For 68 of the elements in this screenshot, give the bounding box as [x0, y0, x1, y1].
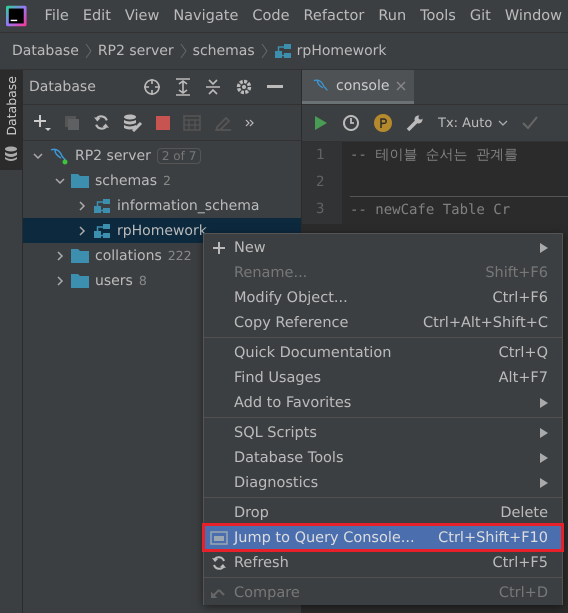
menu-item[interactable]: Copy Reference Ctrl+Alt+Shift+C — [204, 310, 562, 335]
dolphin-icon — [49, 146, 69, 164]
menu-item[interactable]: Jump to Query Console... Ctrl+Shift+F10 — [204, 525, 562, 550]
panel-title: Database — [29, 79, 97, 95]
item-count: 222 — [168, 248, 192, 263]
app-logo — [6, 5, 27, 27]
connection-badge: 2 of 7 — [156, 148, 202, 164]
folder-icon — [71, 273, 89, 288]
p-circle-icon[interactable] — [374, 114, 392, 132]
menu-item[interactable]: Navigate — [167, 8, 244, 24]
more-icon[interactable] — [245, 118, 255, 128]
code-line: -- 테이블 순서는 관계를 — [350, 147, 518, 163]
menu-item[interactable]: File — [38, 8, 75, 24]
editor-tab[interactable]: console — [302, 70, 414, 104]
menu-item[interactable]: Run — [372, 8, 412, 24]
menu-item[interactable]: Quick Documentation Ctrl+Q — [204, 340, 562, 365]
breadcrumb-item[interactable]: schemas — [192, 43, 255, 59]
menu-item[interactable]: Diagnostics — [204, 470, 562, 495]
stop-icon[interactable] — [156, 116, 170, 130]
menu-item[interactable]: Window — [498, 8, 568, 24]
breadcrumb-separator-icon — [260, 43, 268, 59]
breadcrumb-item[interactable]: rpHomework — [296, 43, 387, 59]
menu-item[interactable]: View — [118, 8, 166, 24]
menu-item[interactable]: Refresh Ctrl+F5 — [204, 550, 562, 575]
schema-icon — [274, 43, 292, 59]
menu-item[interactable]: Drop Delete — [204, 500, 562, 525]
menu-item[interactable]: Add to Favorites — [204, 390, 562, 415]
menu-item[interactable]: SQL Scripts — [204, 420, 562, 445]
menu-item[interactable]: Database Tools — [204, 445, 562, 470]
clock-icon[interactable] — [342, 114, 360, 132]
refresh-icon[interactable] — [93, 114, 110, 131]
wrench-icon[interactable] — [406, 114, 424, 132]
commit-check-icon[interactable] — [522, 116, 538, 130]
database-icon[interactable] — [4, 146, 18, 162]
run-icon[interactable] — [314, 115, 328, 131]
tree-item[interactable]: information_schema — [23, 193, 301, 218]
tree-item[interactable]: schemas 2 — [23, 168, 301, 193]
schema-icon — [93, 222, 111, 238]
settings-icon[interactable] — [235, 78, 253, 96]
menu-item[interactable]: Refactor — [298, 8, 370, 24]
menu-item[interactable]: Code — [246, 8, 296, 24]
refresh-icon — [211, 554, 227, 570]
menu-item[interactable]: Tools — [414, 8, 462, 24]
item-count: 2 — [163, 173, 171, 188]
menu-item[interactable]: Find Usages Alt+F7 — [204, 365, 562, 390]
collapse-all-icon[interactable] — [205, 78, 221, 96]
breadcrumb-separator-icon — [84, 43, 92, 59]
dolphin-icon — [312, 78, 330, 94]
expand-all-icon[interactable] — [175, 78, 191, 96]
item-count: 8 — [138, 273, 147, 288]
console-icon — [210, 530, 228, 544]
add-icon[interactable] — [33, 114, 51, 132]
folder-icon — [71, 173, 89, 188]
menu-item[interactable]: Edit — [76, 8, 117, 24]
breadcrumb-separator-icon — [180, 43, 187, 59]
code-line: -- newCafe Table Cr — [350, 202, 510, 218]
tree-item[interactable]: RP2 server 2 of 7 — [23, 143, 301, 168]
transaction-mode-dropdown[interactable]: Tx: Auto — [438, 116, 508, 130]
breadcrumb-item[interactable]: RP2 server — [98, 43, 174, 59]
breadcrumb-item[interactable]: Database — [12, 43, 79, 59]
folder-icon — [71, 248, 89, 263]
plus-icon — [212, 240, 226, 254]
database-wrench-icon[interactable] — [123, 114, 143, 132]
menu-item[interactable]: Modify Object... Ctrl+F6 — [204, 285, 562, 310]
minimize-icon[interactable] — [267, 85, 283, 89]
schema-icon — [93, 198, 111, 214]
menu-item[interactable]: Git — [464, 8, 497, 24]
target-icon[interactable] — [143, 78, 161, 96]
